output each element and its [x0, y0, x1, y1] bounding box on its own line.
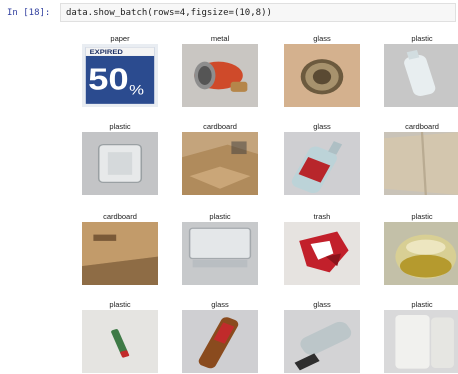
cardboard-box-image: [182, 132, 258, 195]
image-tile: glass: [284, 122, 360, 196]
image-tile: cardboard: [82, 212, 158, 286]
image-tile: plastic: [182, 212, 258, 286]
plastic-container-image: [82, 132, 158, 195]
glass-bottle-red-label-image: [284, 132, 360, 195]
image-tile: plastic: [384, 300, 458, 374]
tile-class-label: cardboard: [103, 212, 137, 221]
paper-50-percent-bag-image: EXPIRED 50 %: [82, 44, 158, 107]
image-tile: metal: [182, 34, 258, 108]
image-tile: trash: [284, 212, 360, 286]
image-tile: cardboard: [384, 122, 458, 196]
image-tile: plastic: [82, 300, 158, 374]
tile-class-label: plastic: [411, 300, 433, 309]
image-tile: plastic: [82, 122, 158, 196]
cardboard-sheet-image: [384, 132, 458, 195]
image-tile: glass: [182, 300, 258, 374]
image-tile: plastic: [384, 212, 458, 286]
image-tile: cardboard: [182, 122, 258, 196]
glass-bottle-neck-image: [284, 310, 360, 373]
svg-text:EXPIRED: EXPIRED: [90, 50, 123, 56]
svg-text:50: 50: [88, 63, 129, 96]
tile-class-label: glass: [313, 122, 331, 131]
tile-class-label: plastic: [411, 212, 433, 221]
svg-text:%: %: [129, 83, 144, 98]
glass-jar-lid-image: [284, 44, 360, 107]
metal-can-image: [182, 44, 258, 107]
tile-class-label: plastic: [411, 34, 433, 43]
tile-class-label: cardboard: [203, 122, 237, 131]
tile-class-label: plastic: [109, 300, 131, 309]
plastic-white-container-image: [384, 310, 458, 373]
tile-class-label: glass: [313, 34, 331, 43]
tile-class-label: trash: [313, 212, 331, 221]
cardboard-box-open-image: [82, 222, 158, 285]
plastic-bottle-image: [384, 44, 458, 107]
image-tile: paper EXPIRED 50 %: [82, 34, 158, 108]
tile-class-label: plastic: [209, 212, 231, 221]
image-tile: plastic: [384, 34, 458, 108]
tile-class-label: cardboard: [405, 122, 439, 131]
tile-class-label: glass: [211, 300, 229, 309]
image-tile: glass: [284, 34, 360, 108]
plastic-tray-image: [182, 222, 258, 285]
tile-class-label: metal: [210, 34, 230, 43]
image-tile: glass: [284, 300, 360, 374]
notebook-output: In [18]: data.show_batch(rows=4,figsize=…: [0, 0, 458, 374]
tile-class-label: paper: [110, 34, 130, 43]
plastic-small-tube-image: [82, 310, 158, 373]
trash-crumpled-wrapper-image: [284, 222, 360, 285]
tile-class-label: plastic: [109, 122, 131, 131]
tile-class-label: glass: [313, 300, 331, 309]
image-batch-grid: paper EXPIRED 50 % metal glass plastic pl…: [0, 0, 458, 374]
glass-bottle-amber-image: [182, 310, 258, 373]
plastic-jar-yellow-image: [384, 222, 458, 285]
